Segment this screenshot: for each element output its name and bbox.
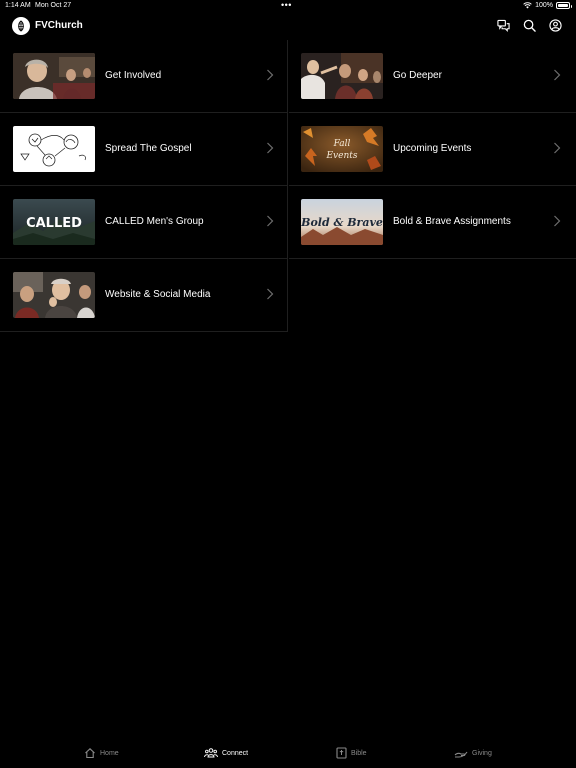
thumb-text: Fall: [333, 139, 351, 149]
chevron-right-icon: [554, 69, 561, 81]
tab-label: Giving: [472, 749, 492, 757]
bold-brave-thumb: Bold & Brave: [301, 199, 383, 245]
menu-item-get-involved[interactable]: Get Involved: [0, 40, 288, 113]
bible-icon: [336, 747, 347, 759]
chevron-right-icon: [554, 215, 561, 227]
tab-bar: Home Connect Bible Giving: [0, 738, 576, 768]
wifi-icon: [523, 2, 532, 9]
menu-item-spread-the-gospel[interactable]: Spread The Gospel: [0, 113, 288, 186]
status-right: 100%: [523, 2, 572, 9]
chevron-right-icon: [267, 142, 274, 154]
menu-item-bold-brave-assignments[interactable]: Bold & Brave Bold & Brave Assignments: [289, 186, 576, 259]
thumb-text: CALLED: [26, 216, 82, 231]
tab-home[interactable]: Home: [84, 738, 119, 768]
status-time: 1:14 AM: [5, 2, 31, 9]
chevron-right-icon: [267, 69, 274, 81]
website-social-thumb: [13, 272, 95, 318]
brand-name: FVChurch: [35, 20, 83, 31]
menu-item-website-social-media[interactable]: Website & Social Media: [0, 259, 288, 332]
people-icon: [204, 748, 218, 758]
menu-item-called-mens-group[interactable]: CALLED CALLED Men's Group: [0, 186, 288, 259]
menu-item-label: CALLED Men's Group: [105, 216, 204, 227]
thumb-text: Bold & Brave: [301, 216, 383, 229]
thumb-text: Events: [325, 151, 357, 161]
giving-icon: [454, 751, 468, 758]
chevron-right-icon: [267, 215, 274, 227]
tab-connect[interactable]: Connect: [204, 738, 248, 768]
church-logo-icon[interactable]: [12, 17, 30, 35]
get-involved-thumb: [13, 53, 95, 99]
header-actions: [496, 18, 562, 32]
chevron-right-icon: [267, 288, 274, 300]
menu-item-label: Website & Social Media: [105, 289, 211, 300]
battery-icon: [556, 2, 572, 9]
menu-item-label: Get Involved: [105, 70, 162, 81]
home-icon: [85, 748, 95, 759]
battery-percent: 100%: [535, 2, 553, 9]
menu-item-label: Go Deeper: [393, 70, 442, 81]
called-thumb: CALLED: [13, 199, 95, 245]
tab-bible[interactable]: Bible: [336, 738, 367, 768]
account-icon[interactable]: [548, 18, 562, 32]
chevron-right-icon: [554, 142, 561, 154]
chat-icon[interactable]: [496, 18, 510, 32]
tab-label: Bible: [351, 749, 367, 757]
upcoming-events-thumb: Fall Events: [301, 126, 383, 172]
tab-label: Home: [100, 749, 119, 757]
tab-label: Connect: [222, 749, 249, 757]
menu-item-upcoming-events[interactable]: Fall Events Upcoming Events: [289, 113, 576, 186]
status-bar: 1:14 AM Mon Oct 27 ••• 100%: [0, 0, 576, 12]
multitasking-dots[interactable]: •••: [281, 0, 292, 10]
app-header: FVChurch: [0, 12, 576, 40]
menu-item-label: Upcoming Events: [393, 143, 472, 154]
tab-giving[interactable]: Giving: [454, 738, 492, 768]
menu-item-label: Bold & Brave Assignments: [393, 216, 511, 227]
search-icon[interactable]: [522, 18, 536, 32]
status-date: Mon Oct 27: [35, 2, 72, 9]
menu-item-go-deeper[interactable]: Go Deeper: [289, 40, 576, 113]
spread-the-gospel-thumb: [13, 126, 95, 172]
go-deeper-thumb: [301, 53, 383, 99]
menu-item-label: Spread The Gospel: [105, 143, 192, 154]
